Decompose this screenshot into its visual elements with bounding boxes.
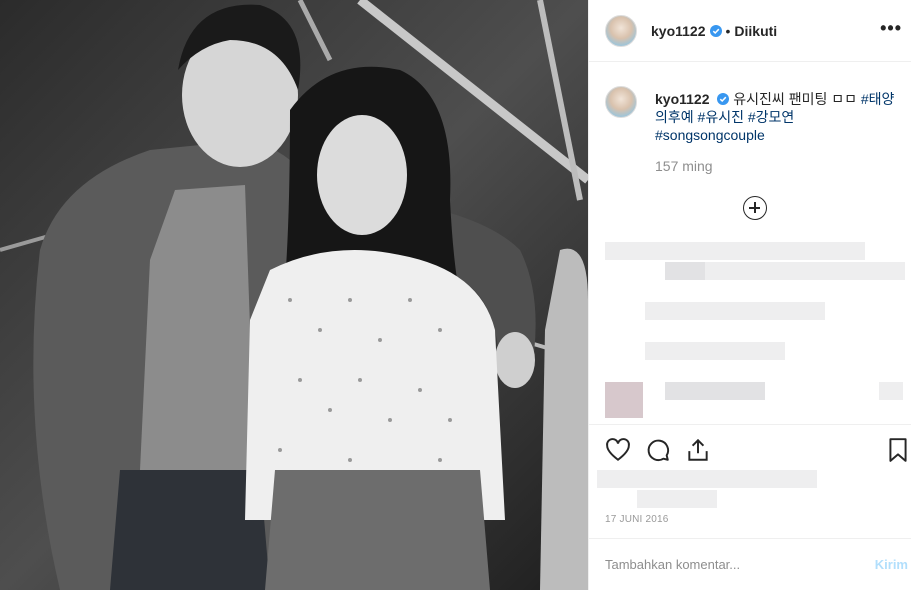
blurred-comment: [645, 302, 825, 320]
load-more-comments-icon[interactable]: [743, 196, 767, 220]
heart-icon[interactable]: [605, 437, 631, 463]
blurred-comment: [879, 382, 903, 400]
post-header: kyo1122 • Diikuti •••: [589, 0, 911, 62]
post-photo[interactable]: [0, 0, 588, 590]
separator-dot: •: [725, 22, 731, 39]
blurred-likes: [637, 490, 717, 508]
blurred-avatar: [605, 382, 643, 418]
photo-illustration: [0, 0, 588, 590]
blurred-comment: [645, 342, 785, 360]
hashtag-link[interactable]: #강모연: [748, 109, 794, 125]
post-date[interactable]: 17 JUNI 2016: [605, 514, 669, 525]
verified-badge-icon: [709, 24, 722, 37]
blurred-comment: [665, 382, 765, 400]
post-comment-button[interactable]: Kirim: [875, 557, 908, 572]
verified-badge-icon: [717, 93, 730, 105]
caption-username[interactable]: kyo1122: [655, 91, 710, 107]
username-link[interactable]: kyo1122: [651, 23, 706, 39]
avatar[interactable]: [605, 14, 637, 47]
bookmark-icon[interactable]: [885, 437, 911, 463]
action-bar: [589, 424, 911, 474]
comment-input[interactable]: Tambahkan komentar...: [605, 557, 740, 572]
more-horizontal-icon[interactable]: •••: [880, 18, 902, 39]
post-side-panel: kyo1122 • Diikuti ••• kyo1122 유시진씨 팬미팅 ㅁ…: [588, 0, 911, 590]
hashtag-link[interactable]: #songsongcouple: [655, 127, 765, 143]
comment-box: Tambahkan komentar... Kirim: [589, 538, 911, 590]
caption-body: 유시진씨 팬미팅 ㅁㅁ: [733, 91, 857, 107]
blurred-comment: [665, 262, 705, 280]
caption-text: kyo1122 유시진씨 팬미팅 ㅁㅁ #태양의후예 #유시진 #강모연 #so…: [655, 90, 895, 144]
hashtag-link[interactable]: #유시진: [698, 109, 744, 125]
share-icon[interactable]: [685, 437, 711, 463]
caption-avatar[interactable]: [605, 86, 637, 118]
follow-status-button[interactable]: Diikuti: [734, 23, 777, 39]
blurred-comment: [705, 262, 905, 280]
blurred-comment: [605, 242, 865, 260]
blurred-likes: [597, 470, 817, 488]
caption-timestamp[interactable]: 157 ming: [655, 158, 713, 174]
comment-icon[interactable]: [645, 437, 671, 463]
